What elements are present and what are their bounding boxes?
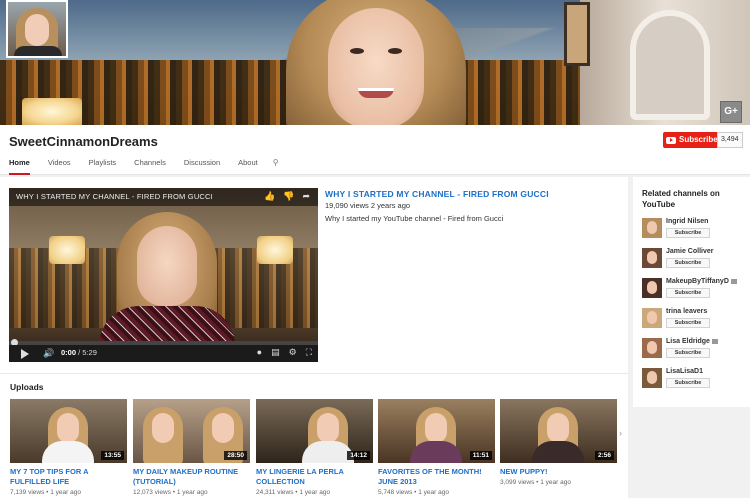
channel-header: SweetCinnamonDreams Subscribe 3,494 Home… <box>0 125 750 175</box>
featured-video-description: Why I started my YouTube channel - Fired… <box>325 214 504 223</box>
video-meta: 24,311 views • 1 year ago <box>256 489 331 496</box>
related-channel-item[interactable]: Lisa Eldridge Subscribe <box>642 338 750 362</box>
related-channel-name[interactable]: Jamie Colliver <box>666 248 713 255</box>
video-duration: 11:51 <box>469 451 492 460</box>
upload-item[interactable]: 28:50 MY DAILY MAKEUP ROUTINE (TUTORIAL)… <box>133 399 250 496</box>
video-title[interactable]: NEW PUPPY! <box>500 467 617 477</box>
related-channel-item[interactable]: MakeupByTiffanyD Subscribe <box>642 278 750 302</box>
player-right-controls: ● ▤ ⚙ ⛶ <box>257 347 312 358</box>
subscribe-button[interactable]: Subscribe <box>666 378 710 388</box>
subscribe-button[interactable]: Subscribe <box>666 258 710 268</box>
dislike-icon[interactable]: 👎 <box>283 191 294 202</box>
tab-about[interactable]: About <box>238 157 258 175</box>
channel-avatar[interactable] <box>642 218 662 238</box>
channel-avatar[interactable] <box>6 0 68 58</box>
upload-item[interactable]: 14:12 MY LINGERIE LA PERLA COLLECTION 24… <box>256 399 373 496</box>
video-thumbnail[interactable]: 2:56 <box>500 399 617 463</box>
featured-video-title[interactable]: WHY I STARTED MY CHANNEL - FIRED FROM GU… <box>325 189 549 199</box>
video-thumbnail[interactable]: 13:55 <box>10 399 127 463</box>
video-title[interactable]: MY DAILY MAKEUP ROUTINE (TUTORIAL) <box>133 467 250 487</box>
related-channel-name[interactable]: trina leavers <box>666 308 707 315</box>
player-title[interactable]: WHY I STARTED MY CHANNEL - FIRED FROM GU… <box>16 192 213 201</box>
related-channel-name[interactable]: Lisa Eldridge <box>666 338 718 345</box>
related-channel-item[interactable]: LisaLisaD1 Subscribe <box>642 368 750 392</box>
like-icon[interactable]: 👍 <box>264 191 275 202</box>
player-actions: 👍 👎 ➦ <box>264 191 310 202</box>
video-title[interactable]: MY 7 TOP TIPS FOR A FULFILLED LIFE <box>10 467 127 487</box>
featured-video-meta: 19,090 views 2 years ago <box>325 201 411 210</box>
related-channels-panel: Related channels on YouTube Ingrid Nilse… <box>633 177 750 407</box>
related-channels-heading: Related channels on YouTube <box>642 189 720 209</box>
channel-avatar[interactable] <box>642 368 662 388</box>
channel-title[interactable]: SweetCinnamonDreams <box>9 134 158 149</box>
related-channel-item[interactable]: Jamie Colliver Subscribe <box>642 248 750 272</box>
video-thumbnail[interactable]: 14:12 <box>256 399 373 463</box>
main-content: WHY I STARTED MY CHANNEL - FIRED FROM GU… <box>0 177 628 498</box>
settings-gear-icon[interactable]: ⚙ <box>289 347 297 358</box>
google-plus-icon[interactable]: G+ <box>720 101 742 123</box>
video-duration: 14:12 <box>347 451 370 460</box>
volume-icon[interactable]: 🔊 <box>43 348 54 359</box>
subscribe-button[interactable]: Subscribe <box>666 318 710 328</box>
tab-videos[interactable]: Videos <box>48 157 71 175</box>
video-meta: 7,139 views • 1 year ago <box>10 489 81 496</box>
subscribe-button[interactable]: Subscribe <box>666 348 710 358</box>
related-channel-item[interactable]: trina leavers Subscribe <box>642 308 750 332</box>
channel-avatar[interactable] <box>642 338 662 358</box>
video-player[interactable]: WHY I STARTED MY CHANNEL - FIRED FROM GU… <box>9 188 318 362</box>
youtube-logo-icon <box>666 136 676 144</box>
banner-person <box>286 0 466 125</box>
video-meta: 5,748 views • 1 year ago <box>378 489 449 496</box>
channel-avatar[interactable] <box>642 278 662 298</box>
related-channel-name[interactable]: MakeupByTiffanyD <box>666 278 737 285</box>
video-duration: 13:55 <box>101 451 124 460</box>
search-icon[interactable]: ⚲ <box>273 157 279 175</box>
banner-mirror <box>630 10 710 120</box>
tab-playlists[interactable]: Playlists <box>89 157 117 175</box>
channel-banner <box>0 0 750 125</box>
subscribe-button[interactable]: Subscribe <box>663 132 722 148</box>
channel-avatar[interactable] <box>642 248 662 268</box>
tab-channels[interactable]: Channels <box>134 157 166 175</box>
channel-avatar[interactable] <box>642 308 662 328</box>
video-title[interactable]: FAVORITES OF THE MONTH! JUNE 2013 <box>378 467 495 487</box>
video-thumbnail[interactable]: 28:50 <box>133 399 250 463</box>
uploads-heading[interactable]: Uploads <box>10 382 44 392</box>
chevron-right-icon[interactable]: › <box>619 428 622 438</box>
tab-home[interactable]: Home <box>9 157 30 175</box>
captions-icon[interactable]: ▤ <box>271 347 280 358</box>
verified-icon <box>730 278 737 284</box>
time-display: 0:00 / 5:29 <box>61 348 97 357</box>
video-duration: 28:50 <box>224 451 247 460</box>
fullscreen-icon[interactable]: ⛶ <box>306 347 312 358</box>
subscribe-button[interactable]: Subscribe <box>666 228 710 238</box>
subscribe-label: Subscribe <box>679 135 718 144</box>
video-meta: 3,099 views • 1 year ago <box>500 479 571 486</box>
tab-discussion[interactable]: Discussion <box>184 157 220 175</box>
share-icon[interactable]: ➦ <box>302 191 310 202</box>
channel-tabs: Home Videos Playlists Channels Discussio… <box>0 157 279 175</box>
channel-page: G+ SweetCinnamonDreams Subscribe 3,494 H… <box>0 0 750 498</box>
related-channel-name[interactable]: LisaLisaD1 <box>666 368 703 375</box>
video-duration: 2:56 <box>594 451 614 460</box>
related-channel-name[interactable]: Ingrid Nilsen <box>666 218 708 225</box>
upload-item[interactable]: 11:51 FAVORITES OF THE MONTH! JUNE 2013 … <box>378 399 495 496</box>
subscriber-count: 3,494 <box>717 132 743 148</box>
banner-lamp <box>22 98 82 125</box>
video-meta: 12,073 views • 1 year ago <box>133 489 208 496</box>
subscribe-button[interactable]: Subscribe <box>666 288 710 298</box>
annotations-icon[interactable]: ● <box>257 347 262 358</box>
related-channel-item[interactable]: Ingrid Nilsen Subscribe <box>642 218 750 242</box>
video-thumbnail[interactable]: 11:51 <box>378 399 495 463</box>
upload-item[interactable]: 2:56 NEW PUPPY! 3,099 views • 1 year ago <box>500 399 617 486</box>
verified-icon <box>711 338 718 344</box>
banner-picture-frame <box>564 2 590 66</box>
video-title[interactable]: MY LINGERIE LA PERLA COLLECTION <box>256 467 373 487</box>
play-icon[interactable] <box>21 349 29 359</box>
upload-item[interactable]: 13:55 MY 7 TOP TIPS FOR A FULFILLED LIFE… <box>10 399 127 496</box>
section-divider <box>0 373 628 374</box>
